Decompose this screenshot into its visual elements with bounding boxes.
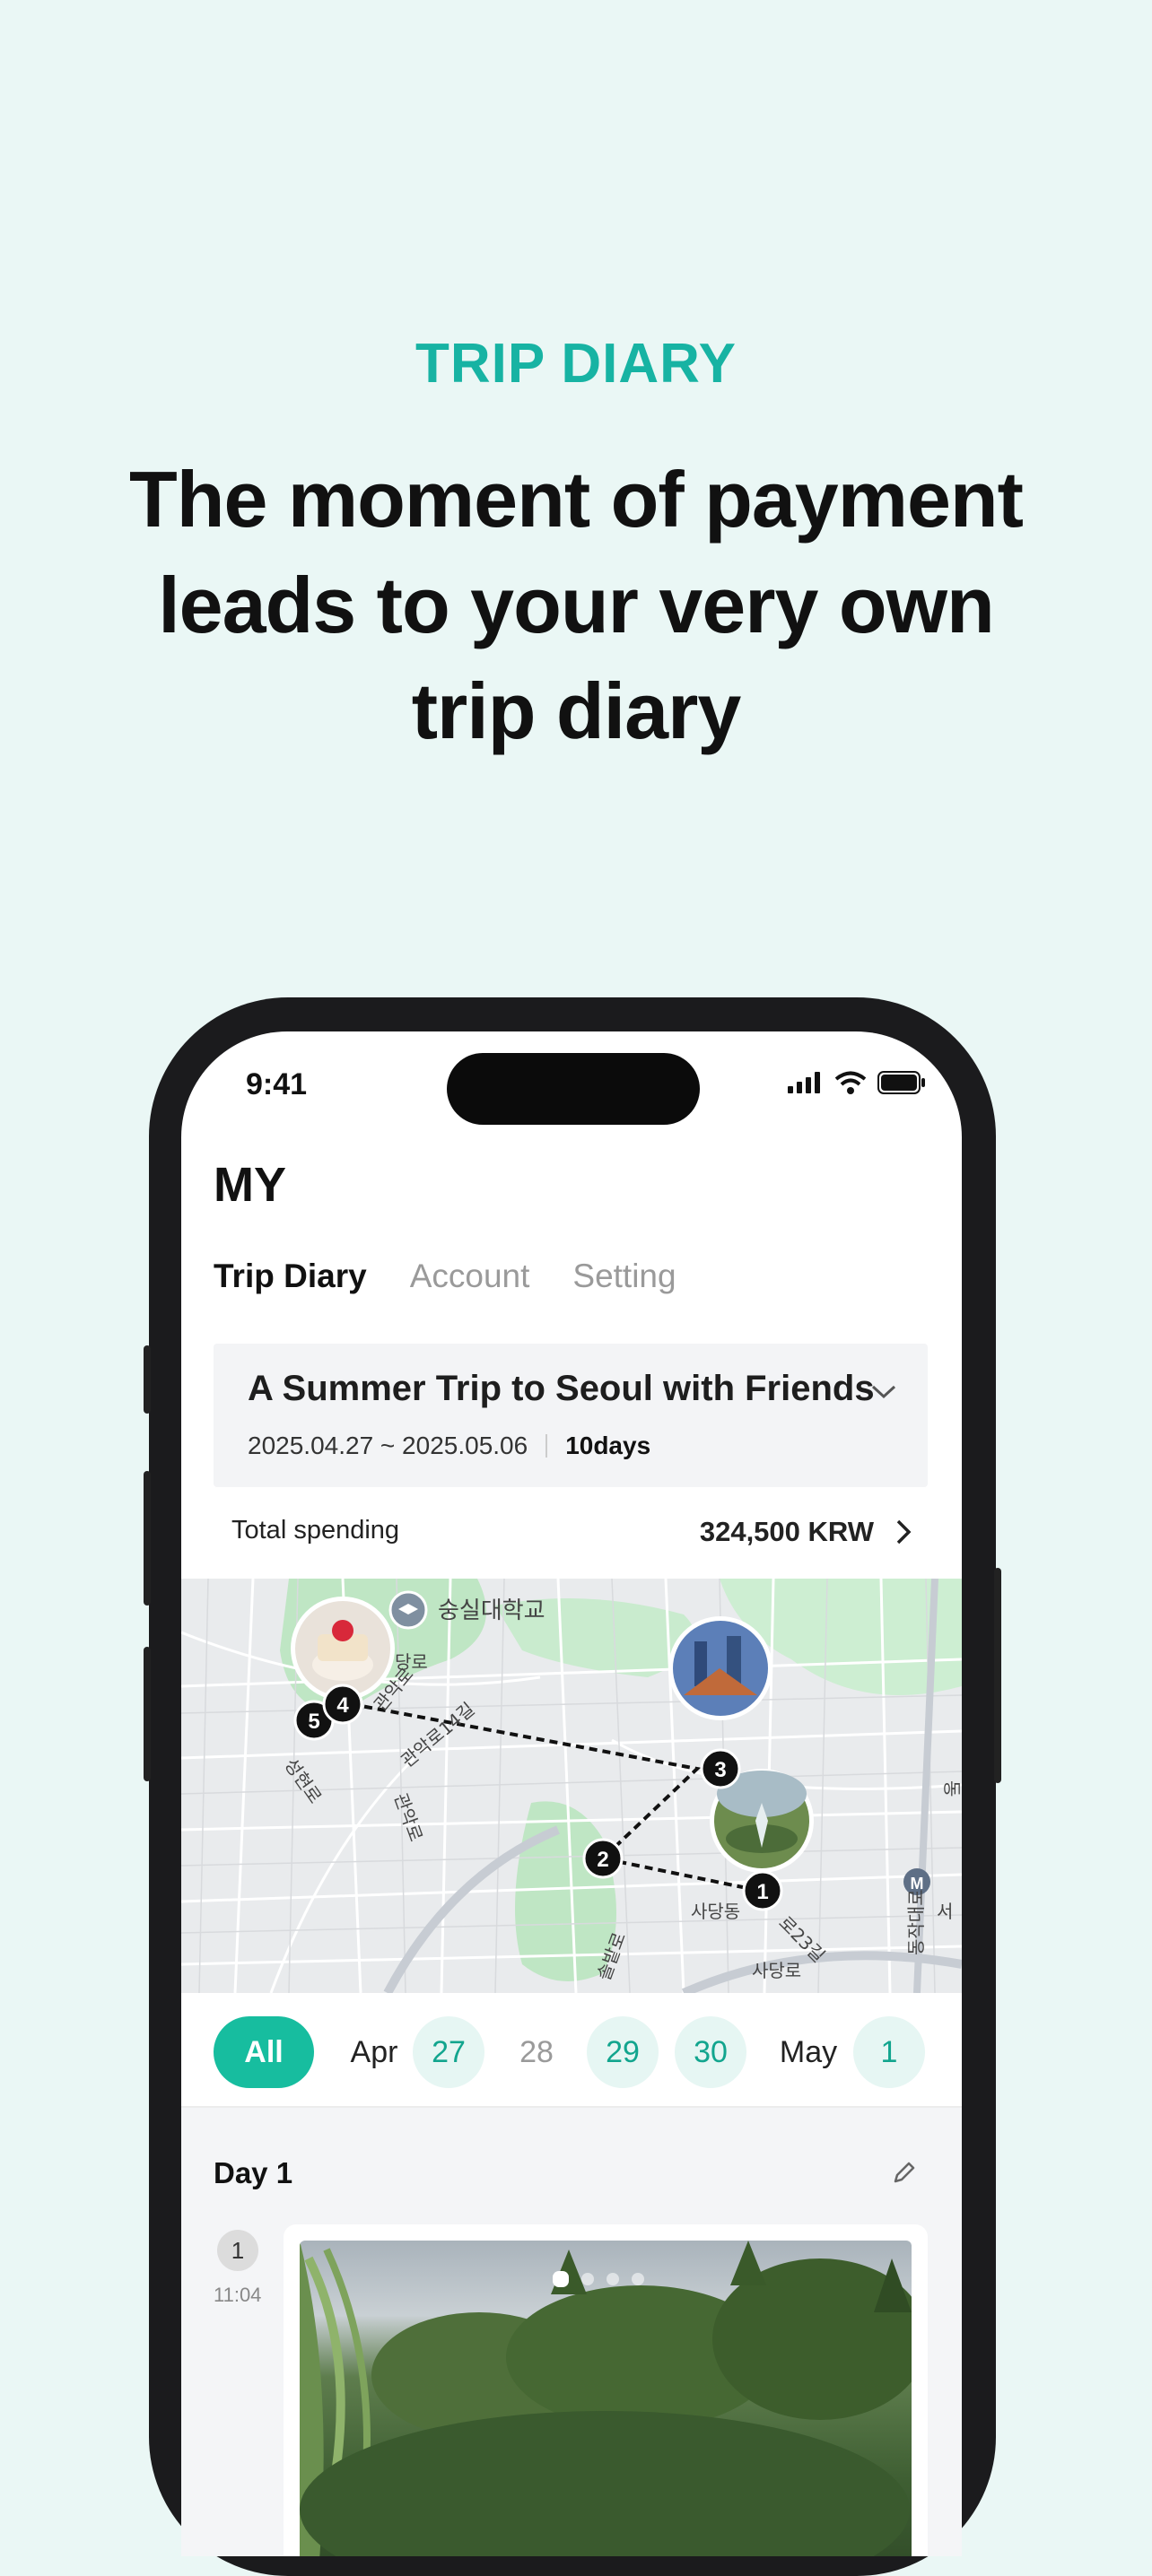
- trip-title: A Summer Trip to Seoul with Friends: [248, 1369, 875, 1408]
- map-label: 사당동: [691, 1901, 740, 1922]
- stop-photo-card[interactable]: [284, 2224, 928, 2556]
- headline-line-1: The moment of payment: [129, 455, 1024, 544]
- date-chip-28[interactable]: 28: [501, 2016, 572, 2088]
- phone-power-button: [994, 1568, 1001, 1783]
- signal-icon: [788, 1072, 820, 1093]
- filter-all-chip[interactable]: All: [214, 2016, 314, 2088]
- dynamic-island: [447, 1053, 700, 1125]
- stop-time: 11:04: [214, 2284, 262, 2306]
- section-eyebrow: TRIP DIARY: [415, 333, 737, 395]
- map-marker-3[interactable]: 3: [700, 1748, 741, 1789]
- svg-text:2: 2: [597, 1848, 608, 1872]
- hero-headline: The moment of payment leads to your very…: [0, 447, 1152, 764]
- school-poi-icon: [388, 1590, 428, 1630]
- map-label: 성현로: [280, 1754, 326, 1807]
- month-label-apr: Apr: [350, 2034, 398, 2069]
- trip-dates-row: 2025.04.27 ~ 2025.05.06 10days: [248, 1432, 650, 1460]
- svg-text:4: 4: [336, 1693, 349, 1718]
- day-title: Day 1: [214, 2156, 293, 2189]
- photo-pin-city: [673, 1621, 768, 1716]
- date-filter-bar: All Apr 27 28 29 30 May 1: [181, 1993, 962, 2106]
- page-dot: [607, 2273, 619, 2285]
- status-time: 9:41: [246, 1067, 308, 1101]
- date-chip-27[interactable]: 27: [413, 2016, 484, 2088]
- month-label-may: May: [779, 2034, 838, 2069]
- headline-line-3: trip diary: [411, 666, 742, 755]
- svg-text:3: 3: [714, 1758, 726, 1782]
- date-chip-30[interactable]: 30: [675, 2016, 746, 2088]
- map-marker-4[interactable]: 4: [322, 1684, 363, 1725]
- stop-number-badge: 1: [217, 2230, 258, 2271]
- map-canvas: 5 4 3 2 1 M 숭실대학교 당로 관악로 성현로 관악로 관악로14길 …: [181, 1579, 962, 1993]
- tab-account[interactable]: Account: [410, 1258, 530, 1295]
- stop-photo[interactable]: [300, 2241, 912, 2556]
- phone-side-button: [144, 1345, 151, 1414]
- total-spending-row[interactable]: Total spending 324,500 KRW: [231, 1516, 913, 1547]
- park-photo-illustration: [300, 2241, 912, 2556]
- spending-amount: 324,500 KRW: [699, 1516, 874, 1547]
- map-label: 동작대로: [905, 1889, 927, 1955]
- tab-bar: Trip Diary Account Setting: [214, 1258, 676, 1295]
- photo-pagination: [553, 2271, 644, 2287]
- phone-screen: 9:41 MY Trip Diary Account Setting A Sum…: [181, 1031, 962, 2556]
- tab-setting[interactable]: Setting: [572, 1258, 676, 1295]
- page-title: MY: [214, 1158, 286, 1212]
- status-icons: [788, 1071, 926, 1094]
- chevron-right-icon: [896, 1519, 912, 1545]
- page-dot: [581, 2273, 594, 2285]
- map-label: 숭실대학교: [438, 1597, 545, 1624]
- day-section: Day 1 1 11:04: [181, 2106, 962, 2556]
- trip-map[interactable]: 5 4 3 2 1 M 숭실대학교 당로 관악로 성현로 관악로 관악로14길 …: [181, 1579, 962, 1993]
- map-marker-2[interactable]: 2: [582, 1838, 624, 1879]
- edit-pencil-icon[interactable]: [890, 2158, 919, 2187]
- map-label: 관악로: [390, 1790, 427, 1844]
- wifi-icon: [834, 1071, 867, 1094]
- map-marker-1[interactable]: 1: [742, 1870, 783, 1911]
- page-dot: [632, 2273, 644, 2285]
- map-label: 관악로14길: [397, 1698, 478, 1771]
- divider: [545, 1434, 548, 1458]
- headline-line-2: leads to your very own: [158, 561, 995, 649]
- phone-volume-down: [144, 1647, 151, 1781]
- date-chip-1[interactable]: 1: [853, 2016, 925, 2088]
- trip-duration: 10days: [565, 1432, 651, 1459]
- map-label: 사당로: [752, 1960, 801, 1981]
- map-label: 서: [937, 1901, 953, 1922]
- battery-icon: [877, 1071, 925, 1094]
- svg-text:1: 1: [756, 1880, 768, 1904]
- trip-selector[interactable]: A Summer Trip to Seoul with Friends 2025…: [214, 1344, 928, 1487]
- spending-label: Total spending: [231, 1516, 400, 1545]
- page-dot-active: [553, 2271, 569, 2287]
- phone-volume-up: [144, 1471, 151, 1606]
- tab-trip-diary[interactable]: Trip Diary: [214, 1258, 367, 1295]
- date-chip-29[interactable]: 29: [587, 2016, 659, 2088]
- trip-date-range: 2025.04.27 ~ 2025.05.06: [248, 1432, 528, 1459]
- svg-text:5: 5: [308, 1710, 319, 1734]
- map-label: 동: [941, 1780, 962, 1797]
- chevron-down-icon: [871, 1385, 896, 1399]
